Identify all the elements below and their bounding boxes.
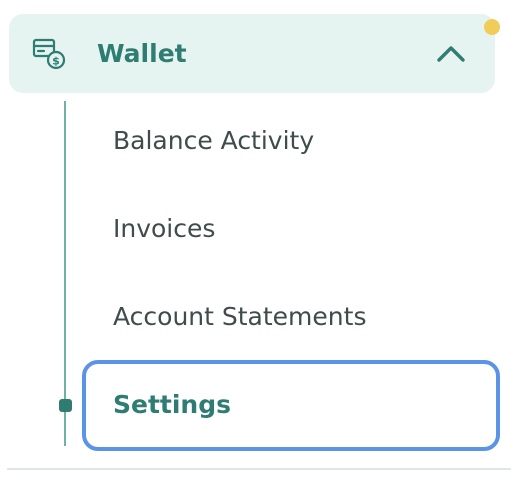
sidebar-item-label: Invoices xyxy=(113,214,216,243)
wallet-group-label: Wallet xyxy=(97,39,187,68)
sidebar-item-label: Account Statements xyxy=(113,302,367,331)
sidebar-item-balance-activity[interactable]: Balance Activity xyxy=(82,98,500,186)
sidebar-item-label: Settings xyxy=(113,390,232,419)
wallet-icon: $ xyxy=(32,38,66,70)
active-item-marker xyxy=(59,399,72,412)
sidebar-item-settings[interactable]: Settings xyxy=(82,360,500,451)
divider xyxy=(7,468,511,470)
sidebar-item-label: Balance Activity xyxy=(113,126,315,155)
wallet-nav-group: $ Wallet Balance Activity Invoices Accou… xyxy=(0,0,530,488)
sidebar-item-invoices[interactable]: Invoices xyxy=(82,186,500,274)
sidebar-item-account-statements[interactable]: Account Statements xyxy=(82,274,500,362)
chevron-up-icon[interactable] xyxy=(435,38,467,70)
tree-connector-line xyxy=(64,101,66,446)
notification-dot xyxy=(484,19,500,35)
wallet-group-header[interactable]: $ Wallet xyxy=(9,14,495,93)
svg-text:$: $ xyxy=(52,55,60,68)
